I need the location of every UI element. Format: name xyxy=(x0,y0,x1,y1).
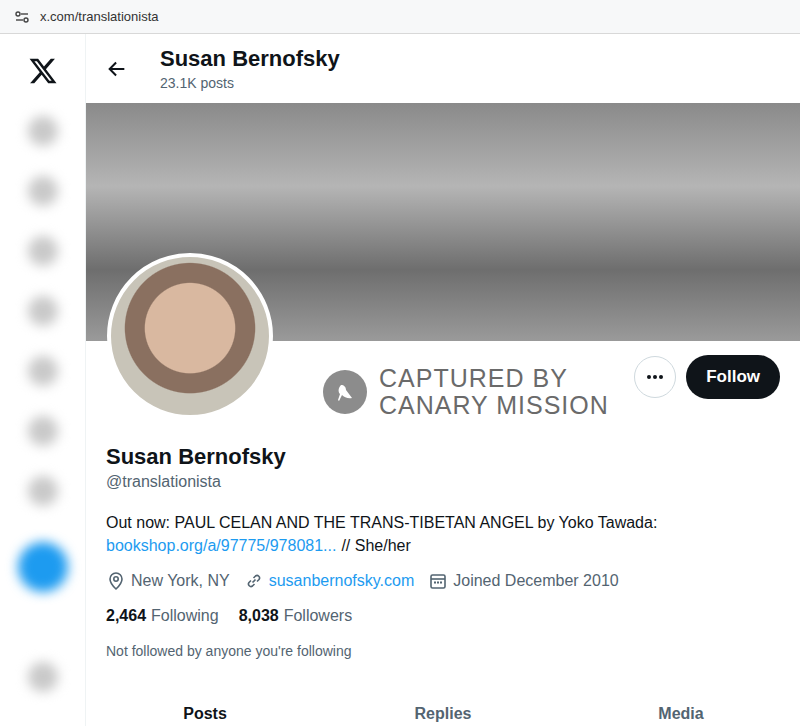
tab-label[interactable]: Posts xyxy=(183,705,227,723)
watermark-line: CANARY MISSION xyxy=(379,392,609,419)
stat-label: Following xyxy=(151,607,219,625)
meta-item[interactable]: susanbernofsky.com xyxy=(244,571,415,591)
canary-bird-icon xyxy=(332,379,358,405)
nav-icon[interactable] xyxy=(28,296,58,326)
nav-icon[interactable] xyxy=(28,116,58,146)
bio-link[interactable]: bookshop.org/a/97775/978081... xyxy=(106,537,336,554)
nav-icon[interactable] xyxy=(28,356,58,386)
profile-name: Susan Bernofsky xyxy=(106,443,780,471)
bio-line: bookshop.org/a/97775/978081... // She/her xyxy=(106,534,780,557)
profile-handle: @translationista xyxy=(106,473,780,491)
header-title: Susan Bernofsky 23.1K posts xyxy=(160,46,340,91)
stat-count: 2,464 xyxy=(106,607,146,625)
tab-label[interactable]: Replies xyxy=(415,705,472,723)
more-dots-icon xyxy=(645,367,665,387)
meta-text: New York, NY xyxy=(131,572,230,590)
header-name: Susan Bernofsky xyxy=(160,46,340,72)
profile-stats: 2,464 Following 8,038 Followers xyxy=(106,607,780,625)
location-pin-icon xyxy=(106,571,126,591)
meta-text: Joined December 2010 xyxy=(453,572,618,590)
back-arrow-icon[interactable] xyxy=(106,58,128,80)
site-settings-icon[interactable] xyxy=(14,9,30,25)
calendar-icon xyxy=(428,571,448,591)
x-logo-icon[interactable] xyxy=(28,56,58,86)
avatar-image[interactable] xyxy=(107,253,273,419)
profile-tab[interactable]: Posts xyxy=(86,699,324,723)
url-text[interactable]: x.com/translationista xyxy=(40,9,159,24)
stat-link[interactable]: 2,464 Following xyxy=(106,607,219,625)
meta-text[interactable]: susanbernofsky.com xyxy=(269,572,415,590)
post-count: 23.1K posts xyxy=(160,75,340,91)
stat-label: Followers xyxy=(284,607,352,625)
nav-icon[interactable] xyxy=(28,176,58,206)
nav-icon[interactable] xyxy=(28,476,58,506)
stat-count: 8,038 xyxy=(239,607,279,625)
followed-by-note: Not followed by anyone you're following xyxy=(106,643,780,659)
watermark: CAPTURED BYCANARY MISSION xyxy=(323,365,609,419)
watermark-text: CAPTURED BYCANARY MISSION xyxy=(379,365,609,419)
account-icon[interactable] xyxy=(28,662,58,692)
nav-icon[interactable] xyxy=(28,416,58,446)
link-chain-icon xyxy=(244,571,264,591)
watermark-line: CAPTURED BY xyxy=(379,365,609,392)
tab-label[interactable]: Media xyxy=(658,705,703,723)
profile-tab[interactable]: Replies xyxy=(324,699,562,723)
stat-link[interactable]: 8,038 Followers xyxy=(239,607,353,625)
bio-text: Out now: PAUL CELAN AND THE TRANS-TIBETA… xyxy=(106,511,780,534)
profile-column: Susan Bernofsky 23.1K posts Follow Susan Be… xyxy=(86,34,800,726)
meta-item: Joined December 2010 xyxy=(428,571,618,591)
profile-info: Follow Susan Bernofsky @translationista Out… xyxy=(86,341,800,659)
meta-item: New York, NY xyxy=(106,571,230,591)
follow-button[interactable]: Follow xyxy=(686,355,780,399)
bio-pronouns: // She/her xyxy=(341,537,410,554)
profile-tabs: Posts Replies Media xyxy=(86,699,800,723)
profile-header: Susan Bernofsky 23.1K posts xyxy=(86,34,800,103)
address-bar[interactable]: x.com/translationista xyxy=(0,0,800,34)
canary-badge xyxy=(323,370,367,414)
more-button[interactable] xyxy=(634,356,676,398)
profile-bio: Out now: PAUL CELAN AND THE TRANS-TIBETA… xyxy=(106,511,780,557)
nav-icon[interactable] xyxy=(28,236,58,266)
app: Susan Bernofsky 23.1K posts Follow Susan Be… xyxy=(0,34,800,726)
profile-meta: New York, NY susanbernofsky.com Joined Dec… xyxy=(106,571,780,591)
profile-tab[interactable]: Media xyxy=(562,699,800,723)
post-button[interactable] xyxy=(18,542,68,592)
sidebar xyxy=(0,34,86,726)
